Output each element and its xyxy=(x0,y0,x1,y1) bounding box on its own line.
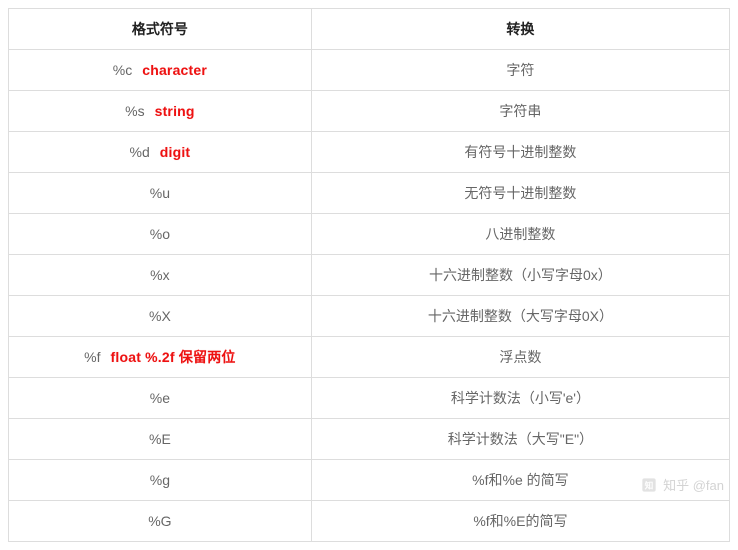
header-format-symbol: 格式符号 xyxy=(9,9,312,50)
desc-cell: 十六进制整数（小写字母0x） xyxy=(311,255,729,296)
symbol-cell: %e xyxy=(9,378,312,419)
desc-cell: 科学计数法（小写'e'） xyxy=(311,378,729,419)
format-symbol: %u xyxy=(150,185,170,201)
table-row: %G %f和%E的简写 xyxy=(9,501,730,542)
format-symbol: %x xyxy=(150,267,169,283)
desc-cell: 有符号十进制整数 xyxy=(311,132,729,173)
format-symbol: %G xyxy=(148,513,171,529)
table-row: %c character 字符 xyxy=(9,50,730,91)
table-row: %d digit 有符号十进制整数 xyxy=(9,132,730,173)
symbol-cell: %g xyxy=(9,460,312,501)
desc-cell: 八进制整数 xyxy=(311,214,729,255)
table-row: %e 科学计数法（小写'e'） xyxy=(9,378,730,419)
symbol-cell: %X xyxy=(9,296,312,337)
table-row: %o 八进制整数 xyxy=(9,214,730,255)
desc-cell: 无符号十进制整数 xyxy=(311,173,729,214)
format-symbol: %e xyxy=(150,390,170,406)
format-symbol: %f xyxy=(84,349,100,365)
zhihu-watermark: 知 知乎 @fan xyxy=(641,475,724,494)
desc-cell: 十六进制整数（大写字母0X） xyxy=(311,296,729,337)
format-symbol: %o xyxy=(150,226,170,242)
desc-cell: 科学计数法（大写"E"） xyxy=(311,419,729,460)
symbol-cell: %d digit xyxy=(9,132,312,173)
desc-cell: %f和%E的简写 xyxy=(311,501,729,542)
desc-cell: 浮点数 xyxy=(311,337,729,378)
symbol-cell: %u xyxy=(9,173,312,214)
format-symbol: %s xyxy=(125,103,144,119)
table-row: %E 科学计数法（大写"E"） xyxy=(9,419,730,460)
table-row: %u 无符号十进制整数 xyxy=(9,173,730,214)
table-row: %f float %.2f 保留两位 浮点数 xyxy=(9,337,730,378)
annotation: digit xyxy=(160,144,191,160)
symbol-cell: %f float %.2f 保留两位 xyxy=(9,337,312,378)
format-specifier-table: 格式符号 转换 %c character 字符 %s string 字符串 %d digi… xyxy=(8,8,730,542)
format-symbol: %d xyxy=(130,144,150,160)
table-header-row: 格式符号 转换 xyxy=(9,9,730,50)
desc-cell: 字符串 xyxy=(311,91,729,132)
symbol-cell: %s string xyxy=(9,91,312,132)
format-symbol: %c xyxy=(113,62,132,78)
symbol-cell: %E xyxy=(9,419,312,460)
annotation: string xyxy=(155,103,195,119)
header-conversion: 转换 xyxy=(311,9,729,50)
table-row: %X 十六进制整数（大写字母0X） xyxy=(9,296,730,337)
zhihu-icon: 知 xyxy=(641,477,657,493)
annotation: float %.2f 保留两位 xyxy=(111,349,236,365)
table-row: %s string 字符串 xyxy=(9,91,730,132)
format-symbol: %X xyxy=(149,308,171,324)
annotation: character xyxy=(142,62,207,78)
format-symbol: %g xyxy=(150,472,170,488)
desc-cell: 字符 xyxy=(311,50,729,91)
symbol-cell: %o xyxy=(9,214,312,255)
format-symbol: %E xyxy=(149,431,171,447)
symbol-cell: %c character xyxy=(9,50,312,91)
table-row: %g%f和%e 的简写 xyxy=(9,460,730,501)
watermark-text: 知乎 @fan xyxy=(663,475,724,494)
table-row: %x 十六进制整数（小写字母0x） xyxy=(9,255,730,296)
svg-text:知: 知 xyxy=(644,479,654,490)
symbol-cell: %x xyxy=(9,255,312,296)
symbol-cell: %G xyxy=(9,501,312,542)
